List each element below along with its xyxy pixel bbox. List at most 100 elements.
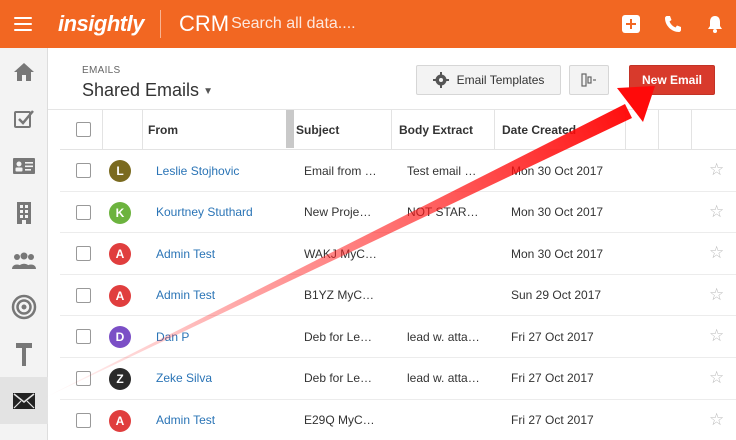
column-from[interactable]: From: [148, 110, 178, 150]
column-divider: [658, 110, 659, 150]
star-icon[interactable]: ☆: [709, 369, 724, 386]
from-link[interactable]: Kourtney Stuthard: [156, 192, 253, 233]
from-link[interactable]: Admin Test: [156, 400, 215, 440]
subject-cell: Deb for Le…: [304, 371, 373, 386]
divider: [159, 10, 161, 38]
table-row[interactable]: Z Zeke Silva Deb for Le… lead w. atta… F…: [60, 358, 736, 400]
column-divider: [494, 110, 495, 150]
subject-cell: E29Q MyC…: [304, 413, 375, 428]
table-row[interactable]: A Admin Test E29Q MyC… Fri 27 Oct 2017 ☆: [60, 400, 736, 440]
from-link[interactable]: Leslie Stojhovic: [156, 150, 239, 191]
column-date-created[interactable]: Date Created: [502, 110, 576, 150]
contacts-icon[interactable]: [0, 142, 48, 189]
body-extract-cell: [407, 275, 487, 316]
table-row[interactable]: D Dan P Deb for Le… lead w. atta… Fri 27…: [60, 316, 736, 358]
row-checkbox[interactable]: [76, 163, 91, 178]
avatar: A: [109, 409, 131, 432]
star-icon[interactable]: ☆: [709, 286, 724, 303]
tasks-icon[interactable]: [0, 95, 48, 142]
avatar: D: [109, 326, 131, 349]
body-extract-cell: lead w. atta…: [407, 371, 480, 386]
body-extract-cell: NOT STAR…: [407, 205, 479, 220]
caret-down-icon: ▼: [203, 85, 213, 97]
leads-icon[interactable]: [0, 236, 48, 283]
column-divider: [625, 110, 626, 150]
column-divider: [142, 110, 143, 150]
menu-icon[interactable]: [0, 0, 46, 48]
table-row[interactable]: A Admin Test B1YZ MyC… Sun 29 Oct 2017 ☆: [60, 275, 736, 317]
body-extract-cell: [407, 400, 487, 440]
column-divider: [691, 110, 692, 150]
body-extract-cell: [407, 233, 487, 274]
avatar: K: [109, 201, 131, 224]
email-templates-button[interactable]: Email Templates: [416, 65, 561, 95]
body-extract-cell: Test email …: [407, 163, 477, 178]
subject-cell: WAKJ MyC…: [304, 246, 377, 261]
avatar: A: [109, 284, 131, 307]
gear-icon: [432, 72, 449, 88]
emails-icon[interactable]: [0, 377, 48, 424]
table-header: From Subject Body Extract Date Created: [60, 110, 736, 150]
app-name: CRM: [178, 11, 230, 36]
column-subject[interactable]: Subject: [296, 110, 339, 150]
opportunities-icon[interactable]: [0, 283, 48, 330]
subject-cell: Email from …: [304, 163, 377, 178]
row-checkbox[interactable]: [76, 329, 91, 345]
table-row[interactable]: K Kourtney Stuthard New Proje… NOT STAR……: [60, 192, 736, 234]
avatar: Z: [109, 367, 131, 390]
section-label: EMAILS: [82, 65, 121, 76]
date-cell: Mon 30 Oct 2017: [511, 205, 604, 220]
projects-icon[interactable]: [0, 330, 48, 377]
avatar: L: [109, 160, 131, 182]
star-icon[interactable]: ☆: [709, 327, 724, 344]
subject-cell: B1YZ MyC…: [304, 288, 375, 303]
from-link[interactable]: Zeke Silva: [156, 358, 212, 399]
table-row[interactable]: L Leslie Stojhovic Email from … Test ema…: [60, 150, 736, 192]
date-cell: Sun 29 Oct 2017: [511, 288, 602, 303]
from-link[interactable]: Admin Test: [156, 275, 215, 316]
date-cell: Mon 30 Oct 2017: [511, 246, 604, 261]
top-bar: insightly CRM: [0, 0, 736, 48]
phone-icon[interactable]: [652, 0, 694, 48]
avatar: A: [109, 243, 131, 266]
from-link[interactable]: Dan P: [156, 316, 189, 357]
body-extract-cell: lead w. atta…: [407, 329, 480, 344]
date-cell: Fri 27 Oct 2017: [511, 371, 594, 386]
table-row[interactable]: A Admin Test WAKJ MyC… Mon 30 Oct 2017 ☆: [60, 233, 736, 275]
star-icon[interactable]: ☆: [709, 203, 724, 220]
view-title: Shared Emails: [82, 80, 200, 100]
column-body-extract[interactable]: Body Extract: [399, 110, 473, 150]
organizations-icon[interactable]: [0, 189, 48, 236]
new-email-button[interactable]: New Email: [629, 65, 715, 95]
sidebar: [0, 48, 48, 440]
star-icon[interactable]: ☆: [709, 244, 724, 261]
date-cell: Fri 27 Oct 2017: [511, 329, 594, 344]
from-link[interactable]: Admin Test: [156, 233, 215, 274]
star-icon[interactable]: ☆: [709, 411, 724, 428]
view-selector[interactable]: Shared Emails ▼: [82, 80, 213, 101]
row-checkbox[interactable]: [76, 370, 91, 386]
subject-cell: Deb for Le…: [304, 329, 373, 344]
date-cell: Fri 27 Oct 2017: [511, 413, 594, 428]
row-checkbox[interactable]: [76, 287, 91, 303]
date-cell: Mon 30 Oct 2017: [511, 163, 604, 178]
select-all-checkbox[interactable]: [76, 122, 91, 137]
column-settings-button[interactable]: [569, 65, 609, 95]
emails-table: From Subject Body Extract Date Created L…: [60, 110, 736, 440]
bell-icon[interactable]: [694, 0, 736, 48]
star-icon[interactable]: ☆: [709, 161, 724, 178]
row-checkbox[interactable]: [76, 412, 91, 428]
column-divider: [391, 110, 392, 150]
search-input[interactable]: [231, 15, 592, 33]
home-icon[interactable]: [0, 48, 48, 95]
add-icon[interactable]: [610, 0, 652, 48]
subject-cell: New Proje…: [304, 205, 372, 220]
email-templates-label: Email Templates: [456, 73, 545, 87]
row-checkbox[interactable]: [76, 246, 91, 262]
column-resize-handle[interactable]: [286, 110, 294, 148]
app-logo[interactable]: insightly: [58, 11, 144, 37]
column-divider: [102, 110, 103, 150]
columns-icon: [581, 73, 596, 87]
page-header: EMAILS Shared Emails ▼ Email Templates Ne…: [48, 48, 736, 110]
row-checkbox[interactable]: [76, 204, 91, 220]
